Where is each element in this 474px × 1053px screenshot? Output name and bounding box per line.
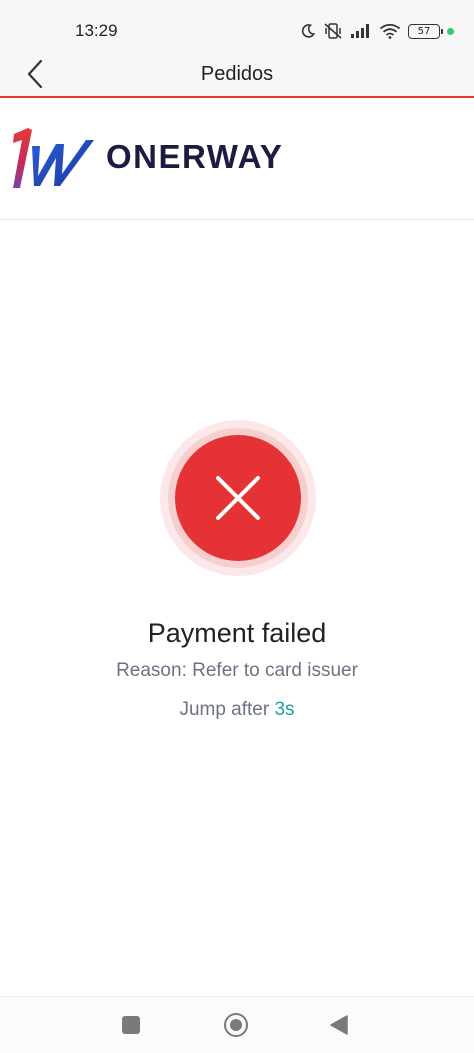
result-title: Payment failed	[147, 618, 327, 648]
wifi-icon	[379, 23, 401, 39]
signal-icon	[351, 24, 369, 38]
moon-icon	[301, 24, 316, 38]
android-nav-bar	[0, 996, 474, 1053]
brand-name: ONERWAY	[106, 138, 284, 175]
green-dot-indicator	[447, 27, 454, 35]
close-circle-icon	[175, 435, 301, 561]
nav-bar: Pedidos	[0, 52, 474, 98]
jump-prefix: Jump after	[179, 699, 275, 720]
result-reason: Reason: Refer to card issuer	[116, 660, 358, 681]
vibrate-off-icon	[324, 23, 342, 39]
battery-level: 57	[417, 25, 431, 37]
result-jump-text: Jump after 3s	[0, 699, 474, 721]
onerway-logo-icon	[10, 126, 98, 197]
brand-header: ONERWAY	[0, 100, 474, 220]
back-triangle-icon[interactable]	[329, 1014, 349, 1036]
close-icon	[216, 476, 260, 520]
countdown-timer: 3s	[274, 699, 295, 720]
status-bar: 13:29 57	[0, 0, 474, 52]
home-circle-icon[interactable]	[224, 1013, 248, 1037]
recents-square-icon[interactable]	[122, 1016, 140, 1034]
battery-icon: 57	[408, 23, 443, 39]
status-time: 13:29	[75, 21, 118, 40]
page-title: Pedidos	[200, 63, 274, 85]
status-icons: 57	[300, 20, 454, 42]
